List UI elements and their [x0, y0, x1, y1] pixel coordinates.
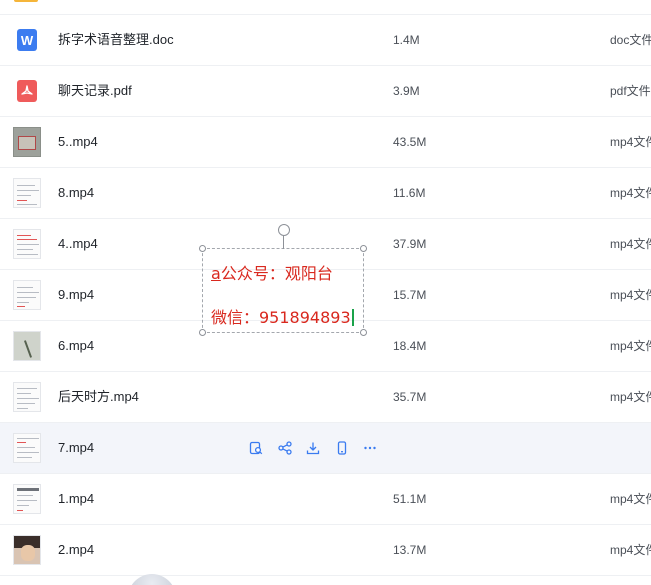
- rotate-handle-line: [283, 235, 284, 249]
- previous-row-edge: [0, 0, 651, 15]
- file-name[interactable]: 6.mp4: [58, 321, 94, 371]
- watermark-line-2: 微信：951894893: [211, 304, 354, 328]
- file-size: 37.9M: [393, 237, 427, 251]
- file-row-hovered[interactable]: 7.mp4: [0, 423, 651, 474]
- download-icon[interactable]: [305, 440, 321, 456]
- file-size: 1.4M: [393, 33, 420, 47]
- row-actions: [248, 440, 391, 456]
- resize-handle-top-left[interactable]: [199, 245, 206, 252]
- resize-handle-top-right[interactable]: [360, 245, 367, 252]
- video-thumbnail: [13, 178, 41, 208]
- file-row[interactable]: 2.mp4 13.7M mp4文件: [0, 525, 651, 576]
- file-size: 35.7M: [393, 390, 427, 404]
- file-name[interactable]: 7.mp4: [58, 423, 94, 473]
- watermark-text-box[interactable]: a公众号：观阳台 微信：951894893: [199, 224, 367, 336]
- file-row[interactable]: W 拆字术语音整理.doc 1.4M doc文件: [0, 15, 651, 66]
- video-thumbnail: [13, 382, 41, 412]
- file-size: 43.5M: [393, 135, 427, 149]
- folder-icon-edge: [14, 0, 38, 2]
- file-row[interactable]: 后天时方.mp4 35.7M mp4文件: [0, 372, 651, 423]
- file-type: mp4文件: [610, 390, 651, 404]
- file-row[interactable]: 聊天记录.pdf 3.9M pdf文件: [0, 66, 651, 117]
- pdf-file-icon: [17, 80, 37, 102]
- video-thumbnail: [13, 484, 41, 514]
- file-size: 13.7M: [393, 543, 427, 557]
- rotate-handle[interactable]: [278, 224, 290, 236]
- resize-handle-bottom-right[interactable]: [360, 329, 367, 336]
- watermark-text: 微信：951894893: [211, 308, 351, 327]
- file-type: pdf文件: [610, 84, 651, 98]
- resize-handle-bottom-left[interactable]: [199, 329, 206, 336]
- watermark-line-1: a公众号：观阳台: [211, 260, 333, 284]
- file-name[interactable]: 4..mp4: [58, 219, 98, 269]
- file-name[interactable]: 5..mp4: [58, 117, 98, 167]
- file-row[interactable]: 1.mp4 51.1M mp4文件: [0, 474, 651, 525]
- watermark-text: 公众号：观阳台: [220, 264, 333, 283]
- file-size: 18.4M: [393, 339, 427, 353]
- file-name[interactable]: 8.mp4: [58, 168, 94, 218]
- video-thumbnail: [13, 280, 41, 310]
- video-thumbnail: [13, 127, 41, 157]
- file-type: mp4文件: [610, 543, 651, 557]
- text-cursor: [351, 309, 354, 326]
- phone-icon[interactable]: [334, 440, 350, 456]
- more-icon[interactable]: [362, 440, 378, 456]
- file-name[interactable]: 9.mp4: [58, 270, 94, 320]
- share-icon[interactable]: [277, 440, 293, 456]
- file-name[interactable]: 1.mp4: [58, 474, 94, 524]
- watermark-prefix: a: [211, 264, 221, 283]
- file-row[interactable]: 8.mp4 11.6M mp4文件: [0, 168, 651, 219]
- file-name[interactable]: 聊天记录.pdf: [58, 66, 132, 116]
- file-name[interactable]: 拆字术语音整理.doc: [58, 15, 174, 65]
- video-thumbnail: [13, 433, 41, 463]
- file-type: mp4文件: [610, 186, 651, 200]
- file-type: mp4文件: [610, 339, 651, 353]
- video-thumbnail: [13, 331, 41, 361]
- file-size: 3.9M: [393, 84, 420, 98]
- file-type: mp4文件: [610, 135, 651, 149]
- preview-icon[interactable]: [248, 440, 264, 456]
- file-type: doc文件: [610, 33, 651, 47]
- file-type: mp4文件: [610, 492, 651, 506]
- file-name[interactable]: 2.mp4: [58, 525, 94, 575]
- file-size: 51.1M: [393, 492, 427, 506]
- video-thumbnail: [13, 535, 41, 565]
- word-file-icon: W: [17, 29, 37, 51]
- file-name[interactable]: 后天时方.mp4: [58, 372, 139, 422]
- video-thumbnail: [13, 229, 41, 259]
- file-type: mp4文件: [610, 237, 651, 251]
- file-type: mp4文件: [610, 288, 651, 302]
- file-size: 11.6M: [393, 186, 426, 200]
- file-size: 15.7M: [393, 288, 427, 302]
- file-row[interactable]: 5..mp4 43.5M mp4文件: [0, 117, 651, 168]
